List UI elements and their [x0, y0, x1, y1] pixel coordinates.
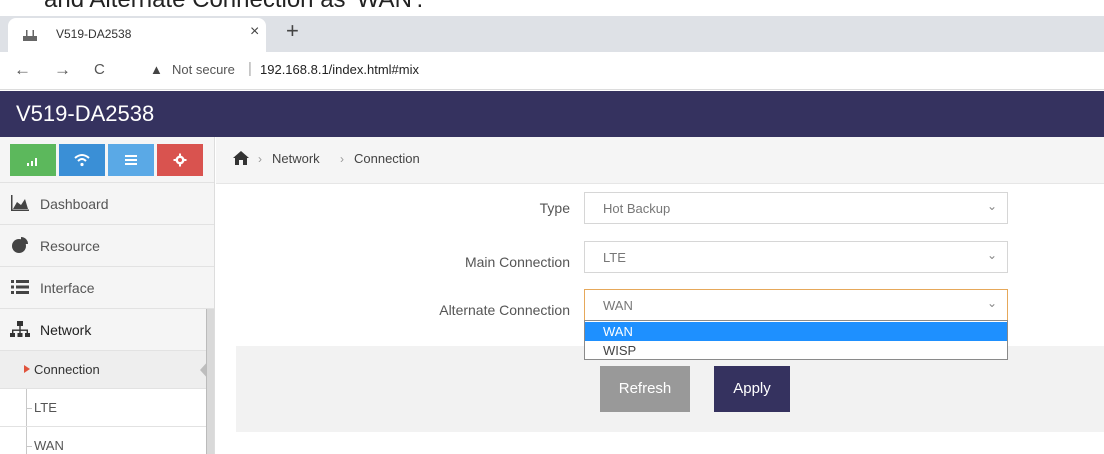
sidebar-subitem-label: LTE: [34, 400, 57, 415]
url-text[interactable]: 192.168.8.1/index.html#mix: [260, 62, 419, 77]
tab-title: V519-DA2538: [56, 27, 132, 41]
network-icon: [10, 321, 30, 337]
address-bar: ← → C ▲ Not secure | 192.168.8.1/index.h…: [0, 52, 1104, 90]
sidebar-item-interface[interactable]: Interface: [0, 266, 214, 308]
sidebar-subitem-connection[interactable]: Connection: [0, 350, 214, 388]
sidebar-item-label: Network: [40, 322, 92, 338]
refresh-button[interactable]: Refresh: [600, 366, 690, 412]
tree-branch: [26, 446, 32, 447]
list-button[interactable]: [108, 144, 154, 176]
breadcrumb: › Network › Connection: [216, 137, 1104, 184]
dashboard-icon: [11, 195, 29, 211]
main-connection-label: Main Connection: [464, 254, 570, 270]
sidebar-item-label: Interface: [40, 280, 95, 296]
signal-icon: [27, 158, 37, 166]
alternate-connection-select[interactable]: WAN ⌄: [584, 289, 1008, 321]
gear-icon: [173, 153, 187, 167]
breadcrumb-separator: ›: [258, 152, 262, 166]
wifi-button[interactable]: [59, 144, 105, 176]
list-icon: [125, 155, 137, 165]
document-text-cutoff: and Alternate Connection as 'WAN'.: [44, 0, 423, 14]
alternate-connection-value: WAN: [603, 298, 633, 313]
type-select[interactable]: Hot Backup ⌄: [584, 192, 1008, 224]
tree-branch: [26, 408, 32, 409]
list-icon: [11, 280, 29, 294]
reload-icon[interactable]: C: [94, 61, 105, 78]
screenshot-root: and Alternate Connection as 'WAN'. V519-…: [0, 0, 1104, 454]
chevron-down-icon: ⌄: [986, 296, 997, 310]
router-favicon-icon: [23, 30, 37, 41]
sidebar-item-resource[interactable]: Resource: [0, 224, 214, 266]
pie-chart-icon: [12, 237, 28, 253]
sidebar-subitem-lte[interactable]: LTE: [0, 388, 214, 427]
sidebar-subitem-label: Connection: [34, 362, 100, 377]
main-connection-value: LTE: [603, 250, 626, 265]
sidebar-item-network[interactable]: Network: [0, 308, 214, 350]
quick-button-group: [10, 144, 205, 176]
breadcrumb-separator: ›: [340, 152, 344, 166]
browser-tab-strip: V519-DA2538 × +: [0, 16, 1104, 52]
warning-icon[interactable]: ▲: [150, 62, 163, 77]
chevron-down-icon: ⌄: [986, 248, 997, 262]
new-tab-icon[interactable]: +: [286, 18, 299, 44]
sidebar-item-label: Resource: [40, 238, 100, 254]
sidebar-scrollbar[interactable]: [206, 309, 214, 454]
not-secure-label[interactable]: Not secure: [172, 62, 235, 77]
wifi-icon: [74, 154, 90, 167]
signal-button[interactable]: [10, 144, 56, 176]
app-header: V519-DA2538: [0, 91, 1104, 137]
home-icon[interactable]: [232, 150, 250, 166]
dropdown-option-wisp[interactable]: WISP: [585, 341, 1007, 360]
breadcrumb-connection: Connection: [354, 151, 420, 166]
back-icon[interactable]: ←: [14, 60, 31, 80]
url-separator: |: [248, 60, 252, 77]
type-label: Type: [539, 200, 570, 216]
forward-icon[interactable]: →: [54, 60, 71, 80]
sidebar-subitem-label: WAN: [34, 438, 64, 453]
settings-button[interactable]: [157, 144, 203, 176]
alternate-connection-label: Alternate Connection: [439, 302, 570, 318]
sidebar-subitem-wan[interactable]: WAN: [0, 426, 214, 454]
sidebar-item-label: Dashboard: [40, 196, 109, 212]
main-connection-select[interactable]: LTE ⌄: [584, 241, 1008, 273]
sidebar: Dashboard Resource Interface Network Con…: [0, 137, 215, 454]
type-select-value: Hot Backup: [603, 201, 671, 216]
chevron-down-icon: ⌄: [986, 199, 997, 213]
tab-close-icon[interactable]: ×: [250, 23, 259, 41]
active-caret-icon: [24, 365, 30, 373]
alternate-connection-dropdown: WAN WISP: [584, 320, 1008, 360]
sidebar-item-dashboard[interactable]: Dashboard: [0, 182, 214, 224]
app-title: V519-DA2538: [16, 101, 155, 126]
dropdown-option-wan[interactable]: WAN: [585, 322, 1007, 341]
breadcrumb-network[interactable]: Network: [272, 151, 320, 166]
apply-button[interactable]: Apply: [714, 366, 790, 412]
browser-tab[interactable]: V519-DA2538 ×: [8, 18, 266, 52]
tree-line: [26, 427, 27, 454]
